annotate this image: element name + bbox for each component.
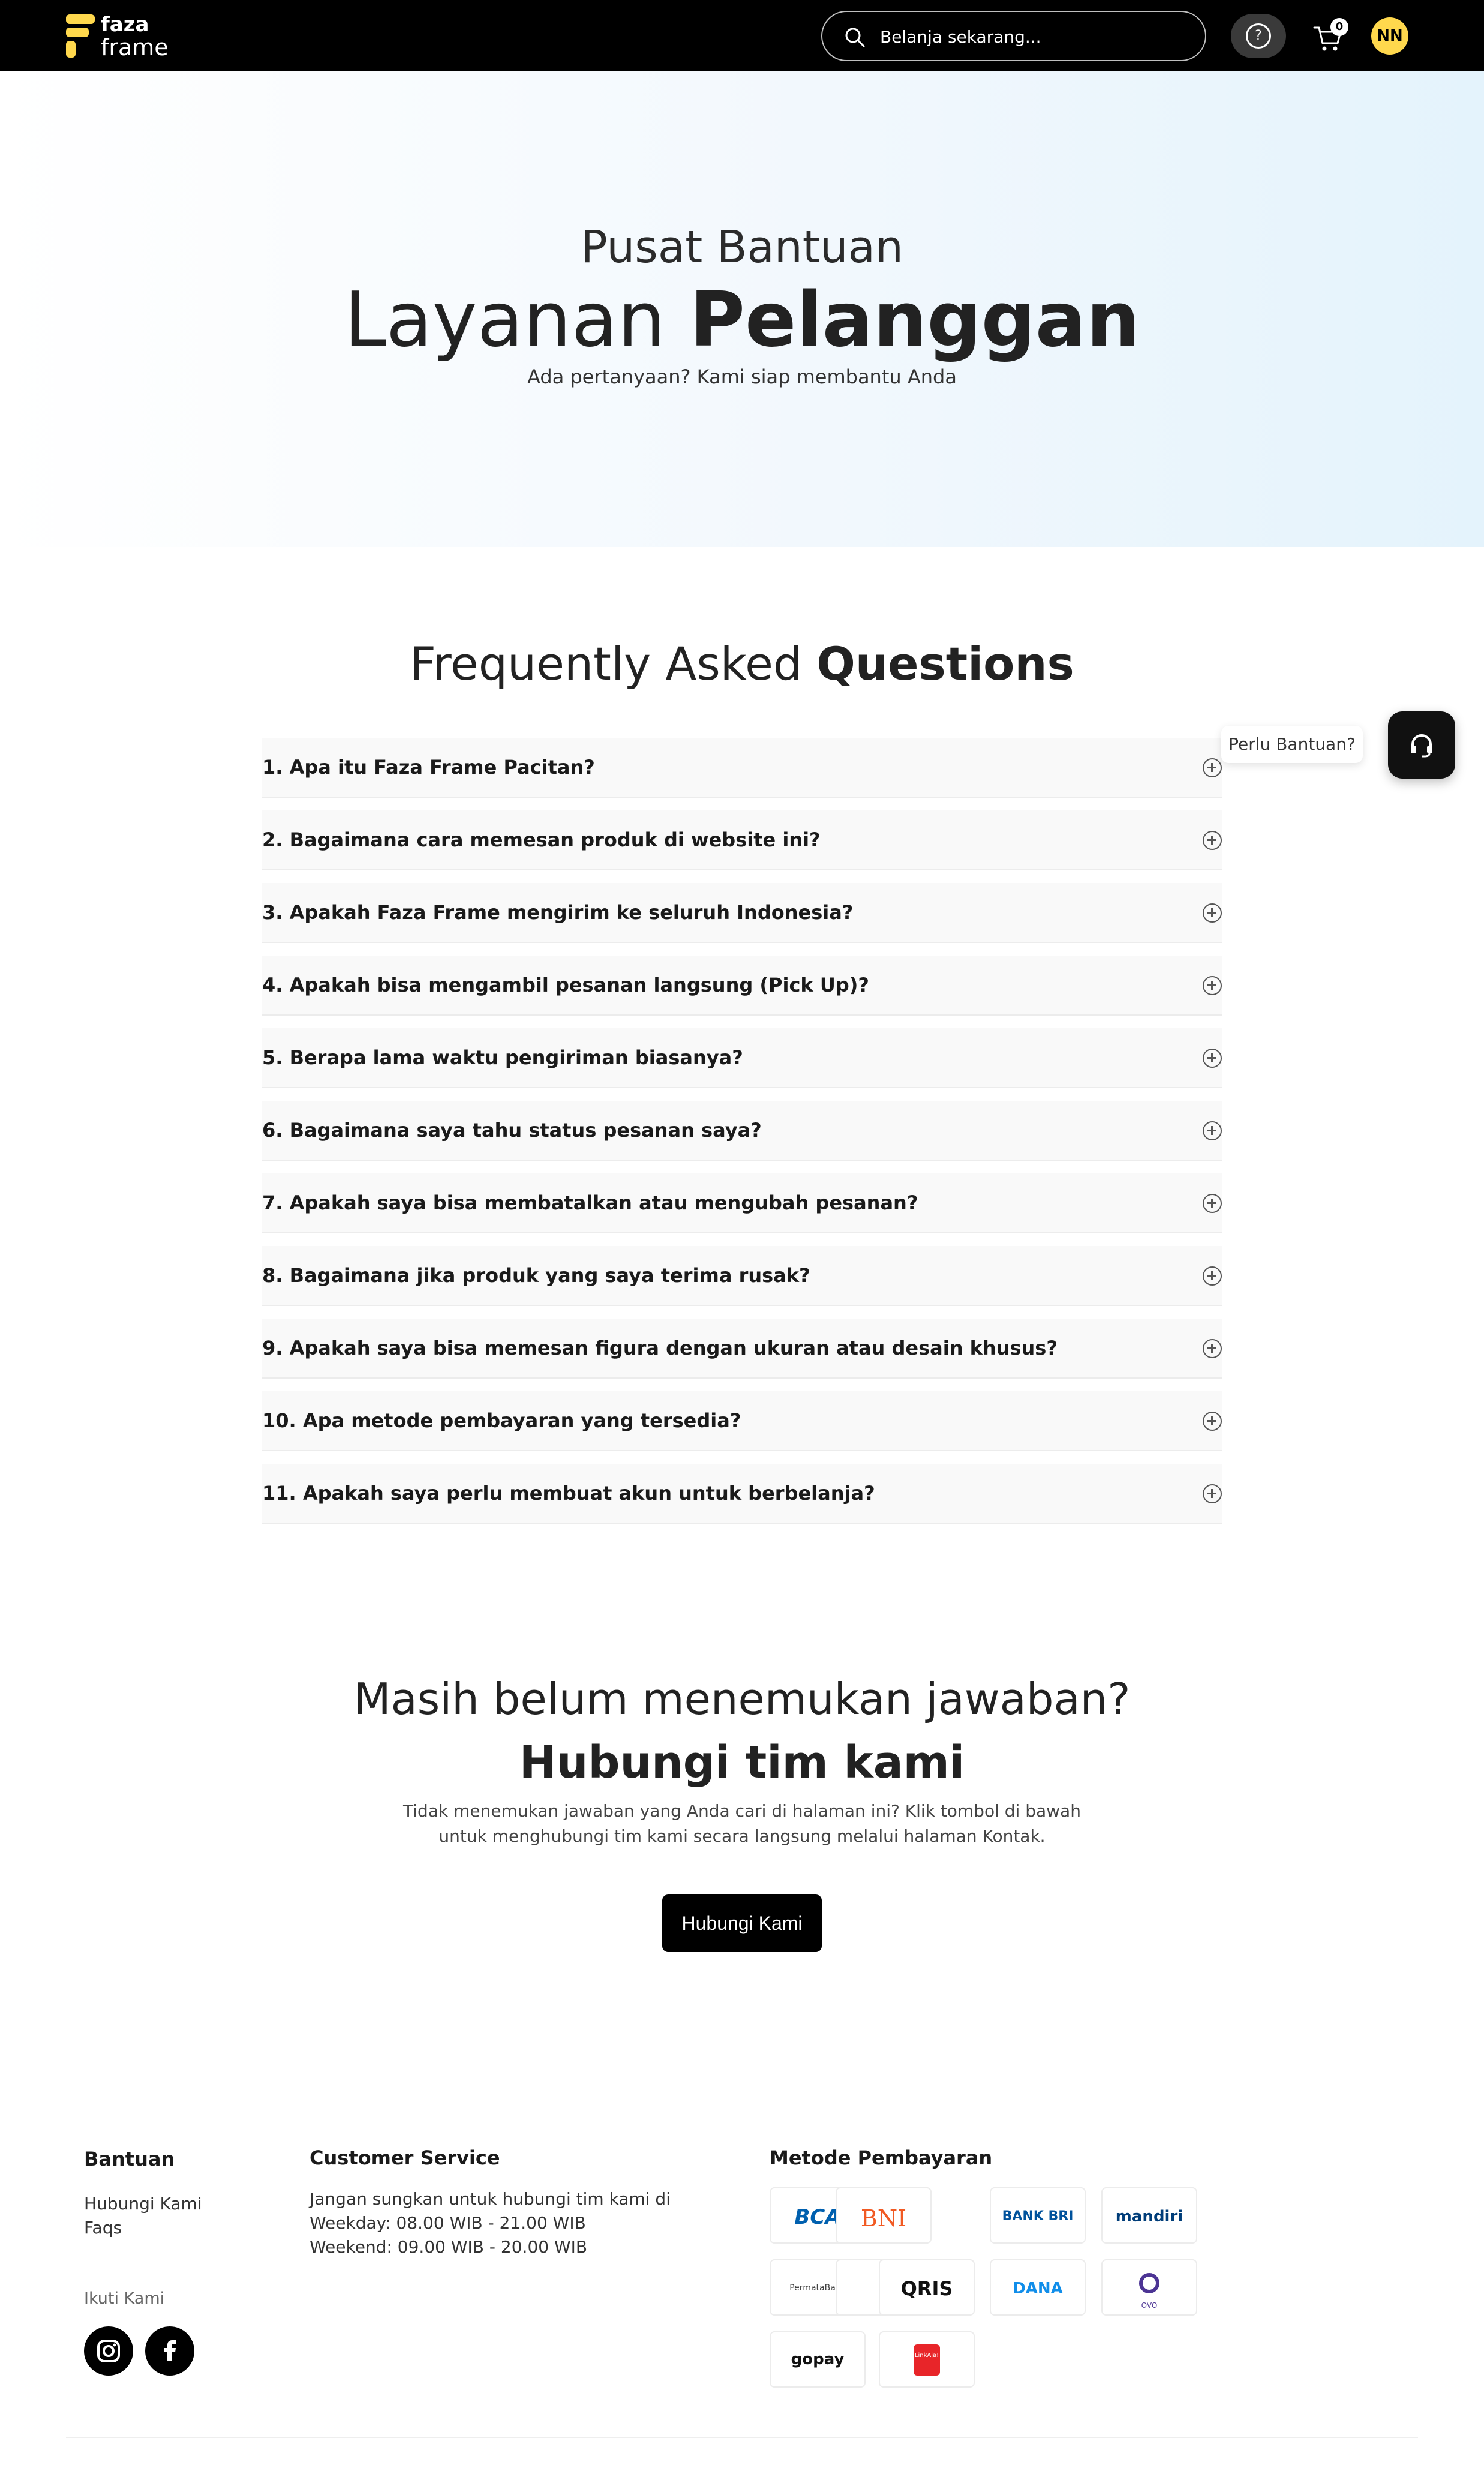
footer-link-faqs[interactable]: Faqs (84, 2216, 122, 2240)
cs-weekday-hours: Weekday: 08.00 WIB - 21.00 WIB (310, 2213, 586, 2233)
expand-plus-icon[interactable] (1203, 831, 1222, 850)
user-avatar[interactable]: NN (1371, 17, 1408, 55)
floating-help-button[interactable] (1388, 711, 1455, 779)
footer-bantuan-heading: Bantuan (84, 2148, 175, 2170)
hero-description: Ada pertanyaan? Kami siap membantu Anda (527, 365, 957, 388)
expand-plus-icon[interactable] (1203, 1121, 1222, 1140)
faq-title: Frequently Asked Questions (0, 637, 1484, 690)
logo-mark-icon (66, 14, 95, 58)
bca-label: BCA (794, 2205, 841, 2229)
search-bar[interactable] (821, 11, 1206, 61)
payment-logo-gopay: gopay (770, 2331, 866, 2388)
faq-title-bold: Questions (816, 637, 1074, 690)
headset-icon (1411, 734, 1432, 758)
mandiri-label: mandiri (1115, 2208, 1183, 2226)
question-icon: ? (1246, 23, 1271, 49)
logo-line1: faza (101, 13, 149, 37)
faq-item[interactable]: 7. Apakah saya bisa membatalkan atau men… (262, 1173, 1222, 1233)
expand-plus-icon[interactable] (1203, 1266, 1222, 1286)
expand-plus-icon[interactable] (1203, 1194, 1222, 1213)
help-tooltip: Perlu Bantuan? (1221, 726, 1363, 763)
hero-title: Layanan Pelanggan (0, 275, 1484, 364)
logo-line2: frame (101, 34, 169, 61)
faq-question: 2. Bagaimana cara memesan produk di webs… (262, 828, 821, 851)
footer-divider (66, 2437, 1418, 2438)
bni-label: BNI (860, 2205, 907, 2232)
expand-plus-icon[interactable] (1203, 1339, 1222, 1358)
faq-item[interactable]: 4. Apakah bisa mengambil pesanan langsun… (262, 956, 1222, 1016)
faq-list: 1. Apa itu Faza Frame Pacitan? 2. Bagaim… (262, 738, 1222, 1536)
qris-label: QRIS (900, 2277, 953, 2300)
expand-plus-icon[interactable] (1203, 903, 1222, 923)
faq-question: 7. Apakah saya bisa membatalkan atau men… (262, 1191, 918, 1214)
ovo-icon (1139, 2273, 1159, 2293)
payment-logo-bri: BANK BRI (990, 2187, 1086, 2244)
faq-item[interactable]: 10. Apa metode pembayaran yang tersedia? (262, 1391, 1222, 1451)
faq-question: 8. Bagaimana jika produk yang saya terim… (262, 1264, 810, 1287)
payment-logo-bni: BNI (836, 2187, 932, 2244)
footer-cs-heading: Customer Service (310, 2146, 500, 2169)
instagram-button[interactable] (84, 2326, 133, 2376)
footer-payment-heading: Metode Pembayaran (770, 2146, 993, 2169)
hero-title-regular: Layanan (344, 275, 666, 364)
cta-description: Tidak menemukan jawaban yang Anda cari d… (403, 1801, 1081, 1846)
expand-plus-icon[interactable] (1203, 1484, 1222, 1503)
faq-question: 11. Apakah saya perlu membuat akun untuk… (262, 1482, 875, 1505)
contact-us-button[interactable]: Hubungi Kami (662, 1894, 822, 1952)
faza-frame-logo[interactable]: faza frame (66, 12, 174, 60)
instagram-icon (97, 2340, 120, 2362)
top-navbar: faza frame ? 0 NN (0, 0, 1484, 71)
faq-question: 6. Bagaimana saya tahu status pesanan sa… (262, 1119, 762, 1142)
cta-subheading: Hubungi tim kami (519, 1737, 965, 1788)
hero-subtitle: Pusat Bantuan (581, 221, 903, 273)
expand-plus-icon[interactable] (1203, 976, 1222, 995)
hero-section: Pusat Bantuan Layanan Pelanggan Ada pert… (0, 71, 1484, 547)
faq-question: 4. Apakah bisa mengambil pesanan langsun… (262, 974, 869, 996)
cart-count-badge: 0 (1330, 18, 1348, 36)
faq-item[interactable]: 11. Apakah saya perlu membuat akun untuk… (262, 1464, 1222, 1524)
payment-logo-linkaja: LinkAja! (879, 2331, 975, 2388)
search-input[interactable] (880, 24, 1192, 49)
cart-button[interactable]: 0 (1312, 18, 1348, 54)
linkaja-label: LinkAja! (914, 2344, 940, 2376)
cs-weekend-hours: Weekend: 09.00 WIB - 20.00 WIB (310, 2237, 588, 2257)
faq-question: 10. Apa metode pembayaran yang tersedia? (262, 1409, 741, 1432)
faq-question: 5. Berapa lama waktu pengiriman biasanya… (262, 1046, 743, 1069)
expand-plus-icon[interactable] (1203, 758, 1222, 777)
logo-text: faza frame (101, 13, 169, 59)
footer-link-contact[interactable]: Hubungi Kami (84, 2192, 202, 2216)
hero-title-bold: Pelanggan (689, 275, 1140, 364)
payment-logo-ovo: OVO (1101, 2259, 1197, 2316)
faq-item[interactable]: 9. Apakah saya bisa memesan figura denga… (262, 1319, 1222, 1379)
expand-plus-icon[interactable] (1203, 1412, 1222, 1431)
faq-item[interactable]: 1. Apa itu Faza Frame Pacitan? (262, 738, 1222, 798)
expand-plus-icon[interactable] (1203, 1049, 1222, 1068)
facebook-icon (164, 2340, 176, 2361)
faq-item[interactable]: 6. Bagaimana saya tahu status pesanan sa… (262, 1101, 1222, 1161)
faq-question: 3. Apakah Faza Frame mengirim ke seluruh… (262, 901, 854, 924)
faq-question: 1. Apa itu Faza Frame Pacitan? (262, 756, 595, 779)
faq-item[interactable]: 8. Bagaimana jika produk yang saya terim… (262, 1246, 1222, 1306)
cs-line: Jangan sungkan untuk hubungi tim kami di (310, 2189, 671, 2209)
help-button[interactable]: ? (1231, 14, 1286, 58)
payment-logo-qris: QRIS (879, 2259, 975, 2316)
follow-us-label: Ikuti Kami (84, 2289, 165, 2308)
cta-heading: Masih belum menemukan jawaban? (353, 1674, 1131, 1724)
facebook-button[interactable] (145, 2326, 194, 2376)
faq-question: 9. Apakah saya bisa memesan figura denga… (262, 1337, 1058, 1359)
payment-logo-dana: DANA (990, 2259, 1086, 2316)
faq-item[interactable]: 3. Apakah Faza Frame mengirim ke seluruh… (262, 883, 1222, 943)
gopay-label: gopay (791, 2350, 845, 2368)
search-icon (845, 28, 865, 47)
ovo-label: OVO (1141, 2301, 1158, 2310)
dana-label: DANA (1013, 2280, 1063, 2298)
faq-item[interactable]: 5. Berapa lama waktu pengiriman biasanya… (262, 1028, 1222, 1088)
bri-label: BANK BRI (1002, 2209, 1074, 2224)
faq-title-regular: Frequently Asked (410, 637, 803, 690)
faq-item[interactable]: 2. Bagaimana cara memesan produk di webs… (262, 810, 1222, 870)
payment-logo-mandiri: mandiri (1101, 2187, 1197, 2244)
